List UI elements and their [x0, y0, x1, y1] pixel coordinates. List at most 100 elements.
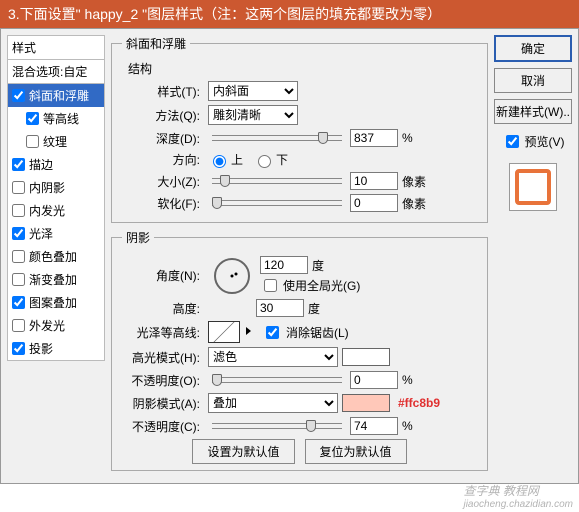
blend-options-row[interactable]: 混合选项:自定	[7, 59, 105, 84]
gloss-contour-row: 光泽等高线: 消除锯齿(L)	[122, 321, 477, 343]
shadow-mode-label: 阴影模式(A):	[122, 395, 200, 412]
antialias-checkbox[interactable]	[266, 326, 279, 339]
style-label-6: 光泽	[29, 225, 53, 242]
style-item-9[interactable]: 图案叠加	[8, 291, 104, 314]
size-input[interactable]	[350, 172, 398, 190]
shadow-opacity-slider[interactable]	[212, 423, 342, 429]
styles-panel: 样式 混合选项:自定 斜面和浮雕等高线纹理描边内阴影内发光光泽颜色叠加渐变叠加图…	[7, 35, 105, 477]
gloss-contour-picker[interactable]	[208, 321, 240, 343]
shadow-opacity-label: 不透明度(C):	[122, 418, 200, 435]
highlight-opacity-input[interactable]	[350, 371, 398, 389]
watermark: 查字典 教程网 jiaocheng.chazidian.com	[463, 482, 573, 510]
style-checkbox-5[interactable]	[12, 204, 25, 217]
altitude-label: 高度:	[122, 300, 200, 317]
altitude-row: 高度: 度	[122, 299, 477, 317]
style-label-0: 斜面和浮雕	[29, 87, 89, 104]
shadow-mode-select[interactable]: 叠加	[208, 393, 338, 413]
depth-slider[interactable]	[212, 135, 342, 141]
angle-label: 角度(N):	[122, 267, 200, 284]
style-checkbox-6[interactable]	[12, 227, 25, 240]
highlight-mode-row: 高光模式(H): 滤色	[122, 347, 477, 367]
altitude-input[interactable]	[256, 299, 304, 317]
shading-legend: 阴影	[122, 229, 154, 246]
style-item-4[interactable]: 内阴影	[8, 176, 104, 199]
highlight-opacity-label: 不透明度(O):	[122, 372, 200, 389]
style-item-0[interactable]: 斜面和浮雕	[8, 84, 104, 107]
style-checkbox-7[interactable]	[12, 250, 25, 263]
soften-label: 软化(F):	[122, 195, 200, 212]
style-checkbox-8[interactable]	[12, 273, 25, 286]
bevel-title: 斜面和浮雕	[122, 35, 190, 52]
shading-fieldset: 阴影 角度(N): 度 使用全局光(G) 高度:	[111, 229, 488, 471]
preview-label: 预览(V)	[525, 133, 565, 150]
style-checkbox-1[interactable]	[26, 112, 39, 125]
style-checkbox-0[interactable]	[12, 89, 25, 102]
style-list: 斜面和浮雕等高线纹理描边内阴影内发光光泽颜色叠加渐变叠加图案叠加外发光投影	[7, 83, 105, 361]
style-checkbox-3[interactable]	[12, 158, 25, 171]
shadow-opacity-unit: %	[402, 419, 432, 433]
size-row: 大小(Z): 像素	[122, 172, 477, 190]
highlight-mode-label: 高光模式(H):	[122, 349, 200, 366]
antialias-label: 消除锯齿(L)	[286, 324, 349, 341]
technique-select[interactable]: 雕刻清晰	[208, 105, 298, 125]
depth-input[interactable]	[350, 129, 398, 147]
depth-row: 深度(D): %	[122, 129, 477, 147]
preview-checkbox[interactable]	[506, 135, 519, 148]
main-panel: 斜面和浮雕 结构 样式(T): 内斜面 方法(Q): 雕刻清晰 深度(D): %…	[111, 35, 488, 477]
style-item-2[interactable]: 纹理	[8, 130, 104, 153]
style-select[interactable]: 内斜面	[208, 81, 298, 101]
new-style-button[interactable]: 新建样式(W)..	[494, 99, 572, 124]
soften-input[interactable]	[350, 194, 398, 212]
style-item-11[interactable]: 投影	[8, 337, 104, 360]
style-checkbox-9[interactable]	[12, 296, 25, 309]
preview-swatch	[515, 169, 551, 205]
header-bar: 3.下面设置" happy_2 "图层样式（注：这两个图层的填充都要改为零）	[0, 0, 579, 28]
reset-default-button[interactable]: 复位为默认值	[305, 439, 407, 464]
highlight-color-swatch[interactable]	[342, 348, 390, 366]
style-item-3[interactable]: 描边	[8, 153, 104, 176]
technique-label: 方法(Q):	[122, 107, 200, 124]
depth-unit: %	[402, 131, 432, 145]
highlight-mode-select[interactable]: 滤色	[208, 347, 338, 367]
shadow-opacity-input[interactable]	[350, 417, 398, 435]
style-checkbox-11[interactable]	[12, 342, 25, 355]
highlight-opacity-slider[interactable]	[212, 377, 342, 383]
highlight-opacity-unit: %	[402, 373, 432, 387]
style-label-9: 图案叠加	[29, 294, 77, 311]
structure-heading: 结构	[128, 60, 477, 77]
direction-down-radio[interactable]	[258, 155, 271, 168]
preview-box	[509, 163, 557, 211]
chevron-down-icon[interactable]	[246, 327, 251, 335]
shadow-color-swatch[interactable]	[342, 394, 390, 412]
style-item-5[interactable]: 内发光	[8, 199, 104, 222]
styles-heading[interactable]: 样式	[7, 35, 105, 60]
ok-button[interactable]: 确定	[494, 35, 572, 62]
direction-up-radio[interactable]	[213, 155, 226, 168]
style-checkbox-2[interactable]	[26, 135, 39, 148]
angle-row: 角度(N): 度 使用全局光(G)	[122, 256, 477, 295]
style-label-10: 外发光	[29, 317, 65, 334]
soften-row: 软化(F): 像素	[122, 194, 477, 212]
cancel-button[interactable]: 取消	[494, 68, 572, 93]
style-checkbox-4[interactable]	[12, 181, 25, 194]
style-label-3: 描边	[29, 156, 53, 173]
style-label-8: 渐变叠加	[29, 271, 77, 288]
style-checkbox-10[interactable]	[12, 319, 25, 332]
style-item-8[interactable]: 渐变叠加	[8, 268, 104, 291]
direction-label: 方向:	[122, 151, 200, 168]
global-light-label: 使用全局光(G)	[283, 277, 360, 294]
highlight-opacity-row: 不透明度(O): %	[122, 371, 477, 389]
style-item-7[interactable]: 颜色叠加	[8, 245, 104, 268]
set-default-button[interactable]: 设置为默认值	[192, 439, 294, 464]
global-light-checkbox[interactable]	[264, 279, 277, 292]
style-item-6[interactable]: 光泽	[8, 222, 104, 245]
layer-style-dialog: 样式 混合选项:自定 斜面和浮雕等高线纹理描边内阴影内发光光泽颜色叠加渐变叠加图…	[0, 28, 579, 484]
angle-wheel[interactable]	[214, 258, 250, 294]
size-slider[interactable]	[212, 178, 342, 184]
style-label-7: 颜色叠加	[29, 248, 77, 265]
direction-row: 方向: 上 下	[122, 151, 477, 168]
soften-slider[interactable]	[212, 200, 342, 206]
angle-input[interactable]	[260, 256, 308, 274]
style-item-10[interactable]: 外发光	[8, 314, 104, 337]
style-item-1[interactable]: 等高线	[8, 107, 104, 130]
